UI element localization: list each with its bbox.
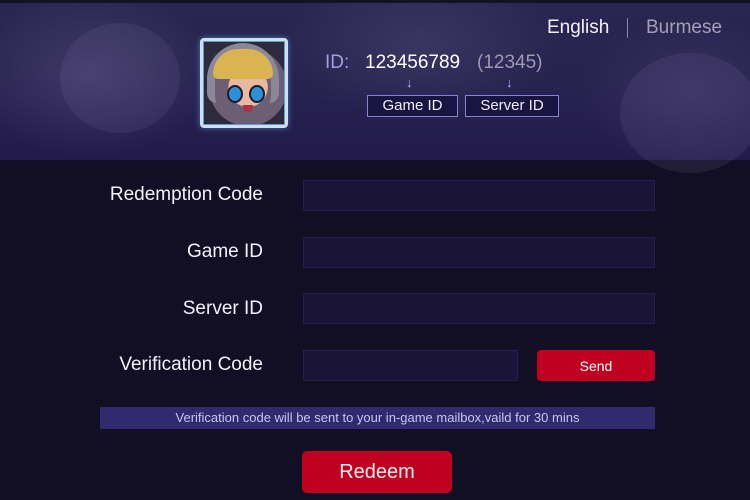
server-id-label: Server ID xyxy=(182,298,263,319)
avatar-eye xyxy=(227,85,243,103)
redemption-code-label: Redemption Code xyxy=(109,184,263,205)
language-divider xyxy=(627,18,628,38)
verification-code-input[interactable] xyxy=(303,350,518,381)
header-banner: English Burmese ID: 123456789 (12345) ↓ … xyxy=(0,0,750,173)
server-id-value: (12345) xyxy=(477,52,543,73)
arrow-down-icon: ↓ xyxy=(506,75,513,90)
id-label: ID: xyxy=(325,52,350,73)
redeem-button[interactable]: Redeem xyxy=(302,451,452,493)
send-code-button[interactable]: Send xyxy=(537,350,655,381)
avatar-mouth xyxy=(243,105,253,112)
verification-code-label: Verification Code xyxy=(119,354,263,375)
game-id-tag: Game ID xyxy=(367,95,458,117)
game-id-label: Game ID xyxy=(186,241,263,262)
game-id-value: 123456789 xyxy=(365,52,461,73)
background-artwork xyxy=(60,23,180,133)
background-artwork xyxy=(620,53,750,173)
server-id-input[interactable] xyxy=(303,293,655,324)
server-id-tag: Server ID xyxy=(465,95,559,117)
redemption-code-input[interactable] xyxy=(303,180,655,211)
language-english-link[interactable]: English xyxy=(547,17,609,39)
verification-notice: Verification code will be sent to your i… xyxy=(100,407,655,429)
arrow-down-icon: ↓ xyxy=(406,75,413,90)
language-burmese-link[interactable]: Burmese xyxy=(646,17,722,39)
player-avatar xyxy=(200,38,288,128)
game-id-input[interactable] xyxy=(303,237,655,268)
avatar-eye xyxy=(249,85,265,103)
